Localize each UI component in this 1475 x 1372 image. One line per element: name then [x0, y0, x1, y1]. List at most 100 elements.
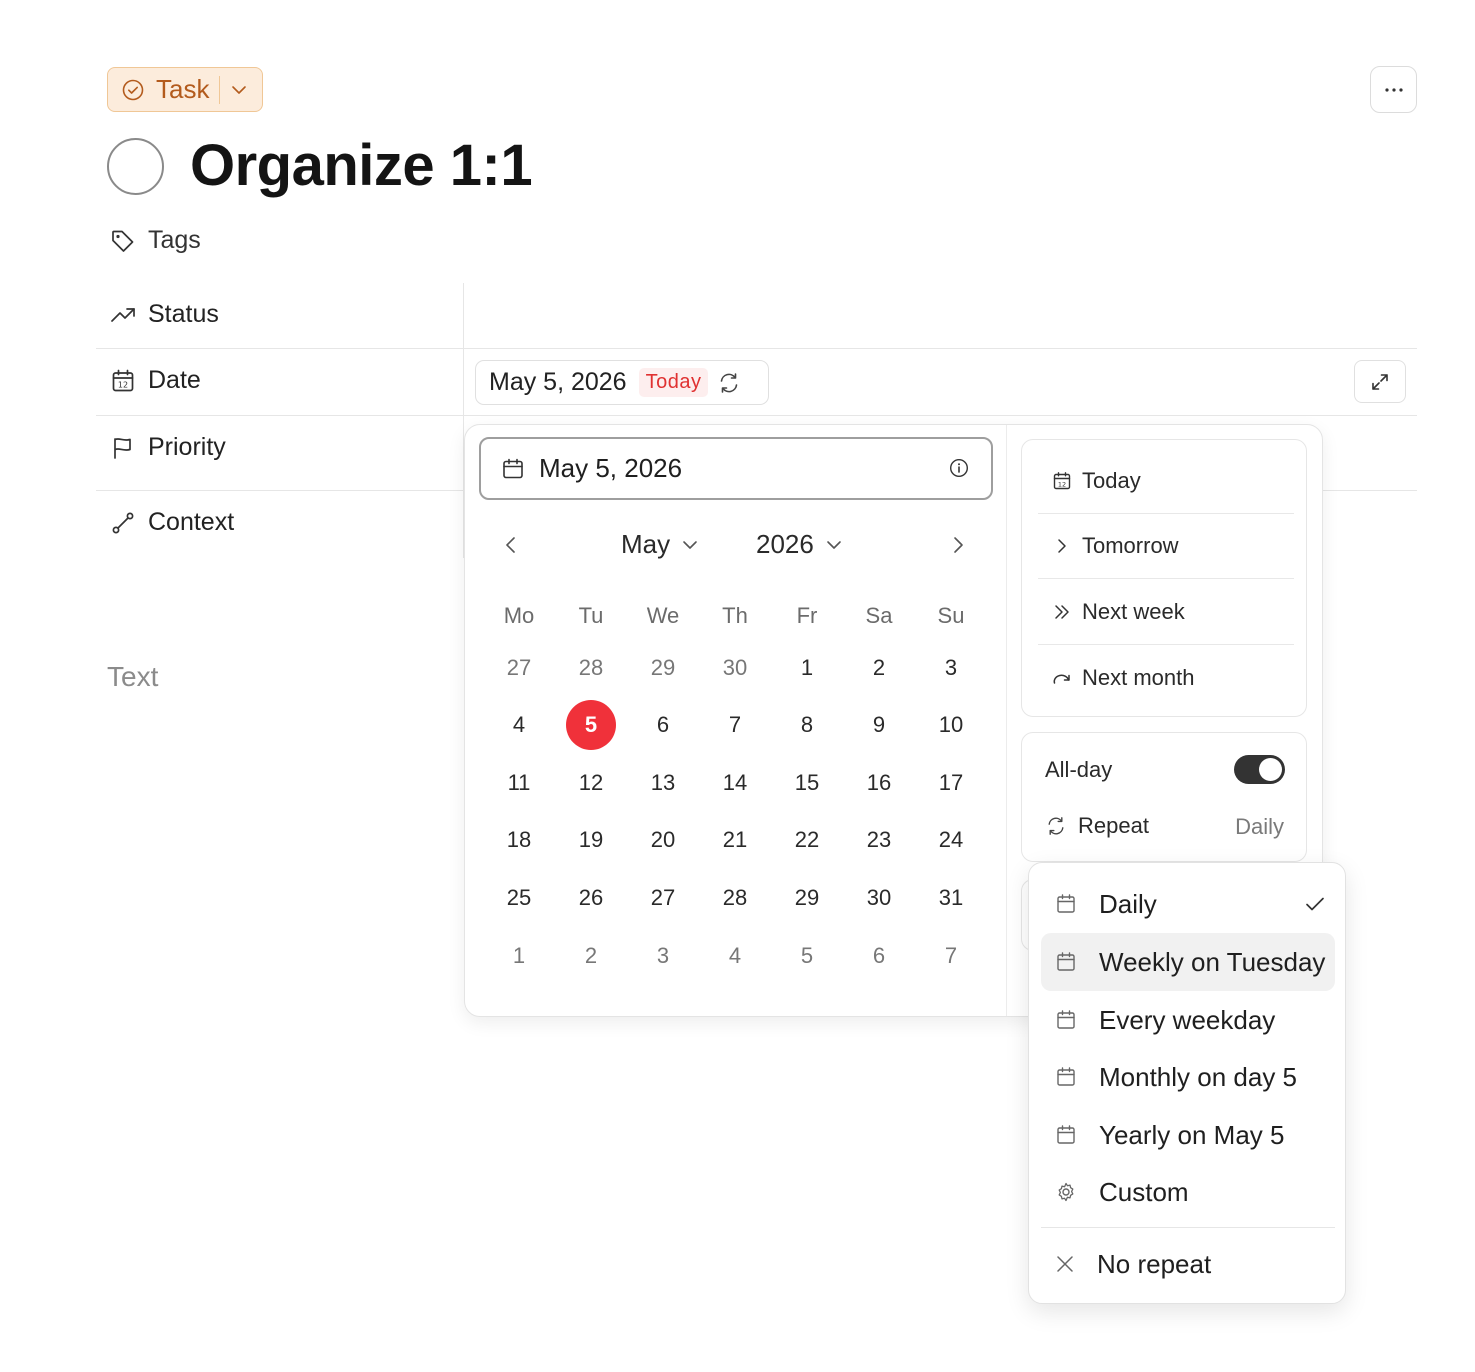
calendar-day[interactable]: 25 [494, 873, 544, 923]
all-day-toggle[interactable] [1234, 755, 1285, 784]
tags-row[interactable]: Tags [110, 226, 201, 255]
property-date[interactable]: 12 Date [110, 366, 201, 395]
repeat-option-label: Daily [1099, 888, 1157, 919]
calendar-day[interactable]: 2 [566, 931, 616, 981]
separator [1038, 644, 1294, 645]
calendar-day[interactable]: 22 [782, 815, 832, 865]
chevron-left-icon[interactable] [503, 533, 519, 557]
repeat-option-label: Every weekday [1099, 1004, 1276, 1035]
calendar-day-selected[interactable]: 5 [566, 700, 616, 750]
body-text-placeholder[interactable]: Text [107, 661, 158, 693]
calendar-icon: 12 [1052, 471, 1072, 491]
context-label: Context [148, 508, 235, 536]
date-value-chip[interactable]: May 5, 2026 Today [475, 360, 769, 405]
repeat-option-yearly-on-may-5[interactable]: Yearly on May 5 [1041, 1106, 1335, 1164]
calendar-day[interactable]: 5 [782, 931, 832, 981]
quick-next-month[interactable]: Next month [1052, 665, 1195, 691]
calendar-day[interactable]: 2 [854, 643, 904, 693]
calendar-day[interactable]: 14 [710, 758, 760, 808]
repeat-option-label: Weekly on Tuesday [1099, 946, 1326, 977]
quick-tomorrow[interactable]: Tomorrow [1052, 533, 1179, 559]
repeat-icon [718, 372, 740, 394]
calendar-day[interactable]: 30 [854, 873, 904, 923]
calendar-day[interactable]: 8 [782, 700, 832, 750]
property-priority[interactable]: Priority [110, 433, 226, 462]
weekday-header: Mo [503, 603, 535, 628]
quick-today-label: Today [1082, 468, 1141, 493]
calendar-day[interactable]: 30 [710, 643, 760, 693]
calendar-day[interactable]: 21 [710, 815, 760, 865]
repeat-option-daily[interactable]: Daily [1041, 875, 1335, 933]
type-selector[interactable]: Task [107, 67, 263, 112]
calendar-day[interactable]: 1 [782, 643, 832, 693]
calendar-day[interactable]: 4 [494, 700, 544, 750]
chevron-down-icon [814, 535, 844, 555]
weekday-header: We [646, 603, 680, 628]
calendar-day[interactable]: 17 [926, 758, 976, 808]
calendar-day[interactable]: 23 [854, 815, 904, 865]
calendar-day[interactable]: 28 [566, 643, 616, 693]
calendar-day[interactable]: 29 [782, 873, 832, 923]
calendar-day[interactable]: 27 [494, 643, 544, 693]
separator [1038, 578, 1294, 579]
chevron-down-icon[interactable] [229, 80, 249, 100]
more-options-button[interactable] [1370, 66, 1417, 113]
weekday-header: Sa [865, 603, 893, 628]
repeat-option-weekly-on-tuesday[interactable]: Weekly on Tuesday [1041, 933, 1335, 991]
calendar-day[interactable]: 9 [854, 700, 904, 750]
calendar-day[interactable]: 11 [494, 758, 544, 808]
calendar-day[interactable]: 26 [566, 873, 616, 923]
calendar-day[interactable]: 13 [638, 758, 688, 808]
page-title[interactable]: Organize 1:1 [190, 132, 533, 199]
check-circle-icon [122, 79, 144, 101]
calendar-day[interactable]: 31 [926, 873, 976, 923]
popup-divider [1006, 425, 1007, 1016]
date-input-field[interactable]: May 5, 2026 [479, 437, 993, 500]
calendar-day[interactable]: 20 [638, 815, 688, 865]
calendar-day[interactable]: 18 [494, 815, 544, 865]
info-icon[interactable] [949, 458, 969, 478]
property-status[interactable]: Status [110, 300, 219, 329]
expand-button[interactable] [1354, 360, 1406, 403]
trending-up-icon [110, 302, 136, 328]
calendar-day[interactable]: 3 [638, 931, 688, 981]
weekday-header: Su [937, 603, 965, 628]
year-select[interactable]: 2026 [756, 529, 844, 560]
calendar-day[interactable]: 6 [854, 931, 904, 981]
repeat-value[interactable]: Daily [1235, 814, 1284, 840]
type-label: Task [156, 74, 210, 104]
calendar-day[interactable]: 15 [782, 758, 832, 808]
calendar-day[interactable]: 3 [926, 643, 976, 693]
repeat-option-custom[interactable]: Custom [1041, 1163, 1335, 1221]
ellipsis-icon [1384, 87, 1404, 93]
repeat-row[interactable]: Repeat [1046, 813, 1149, 839]
calendar-day[interactable]: 6 [638, 700, 688, 750]
today-badge: Today [638, 368, 709, 397]
calendar-day[interactable]: 19 [566, 815, 616, 865]
calendar-day[interactable]: 7 [710, 700, 760, 750]
priority-label: Priority [148, 433, 226, 461]
month-select[interactable]: May [621, 529, 700, 560]
calendar-day[interactable]: 12 [566, 758, 616, 808]
svg-text:12: 12 [1058, 481, 1066, 489]
repeat-option-no-repeat[interactable]: No repeat [1041, 1235, 1335, 1293]
repeat-option-monthly-on-day-5[interactable]: Monthly on day 5 [1041, 1048, 1335, 1106]
link-icon [110, 510, 136, 536]
calendar-day[interactable]: 7 [926, 931, 976, 981]
no-repeat-label: No repeat [1097, 1248, 1212, 1279]
calendar-day[interactable]: 24 [926, 815, 976, 865]
repeat-option-label: Monthly on day 5 [1099, 1061, 1298, 1092]
calendar-day[interactable]: 4 [710, 931, 760, 981]
calendar-day[interactable]: 27 [638, 873, 688, 923]
quick-today[interactable]: 12 Today [1052, 468, 1141, 494]
repeat-option-every-weekday[interactable]: Every weekday [1041, 991, 1335, 1049]
property-context[interactable]: Context [110, 508, 234, 537]
calendar-day[interactable]: 10 [926, 700, 976, 750]
calendar-day[interactable]: 1 [494, 931, 544, 981]
calendar-day[interactable]: 16 [854, 758, 904, 808]
quick-next-week[interactable]: Next week [1052, 599, 1185, 625]
complete-task-checkbox[interactable] [107, 138, 164, 195]
chevron-right-icon[interactable] [950, 533, 966, 557]
calendar-day[interactable]: 29 [638, 643, 688, 693]
calendar-day[interactable]: 28 [710, 873, 760, 923]
